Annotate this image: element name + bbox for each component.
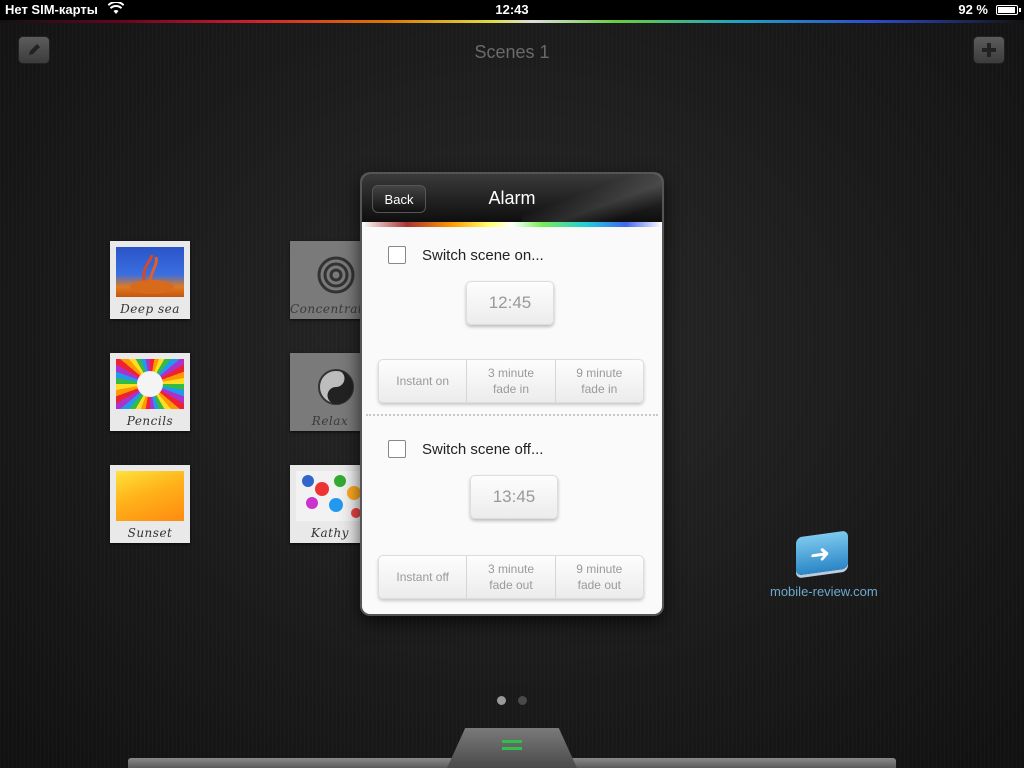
instant-on-option[interactable]: Instant on [379, 360, 468, 402]
page-indicator [0, 696, 1024, 705]
scene-label: Kathy [311, 526, 349, 540]
scene-thumbnail [296, 247, 364, 297]
scene-label: Pencils [126, 414, 174, 428]
scene-label: Sunset [127, 526, 173, 540]
instant-off-option[interactable]: Instant off [379, 556, 468, 598]
plus-icon [982, 43, 996, 57]
switch-off-checkbox[interactable] [388, 440, 406, 458]
yin-yang-icon [318, 369, 354, 405]
watermark-logo: ➜ [796, 530, 848, 576]
scene-thumbnail [116, 247, 184, 297]
page-title: Scenes 1 [474, 42, 550, 62]
scene-thumbnail [296, 471, 364, 521]
dialog-rainbow-strip [362, 222, 662, 227]
battery-icon [996, 5, 1021, 15]
fade-in-3min-option[interactable]: 3 minute fade in [467, 360, 556, 402]
battery-percent: 92 % [958, 2, 988, 17]
scene-tile-relax[interactable]: Relax [290, 353, 370, 431]
grip-icon [502, 740, 522, 750]
scene-tile-deep-sea[interactable]: Deep sea [110, 241, 190, 319]
status-rainbow-strip [0, 20, 1024, 23]
fade-in-9min-option[interactable]: 9 minute fade in [556, 360, 643, 402]
scene-tile-kathy[interactable]: Kathy [290, 465, 370, 543]
concentric-circles-icon [317, 256, 355, 294]
scene-label: Concentrate [290, 302, 370, 316]
scene-tile-pencils[interactable]: Pencils [110, 353, 190, 431]
scene-tile-sunset[interactable]: Sunset [110, 465, 190, 543]
fade-out-9min-option[interactable]: 9 minute fade out [556, 556, 643, 598]
scene-thumbnail [116, 359, 184, 409]
dialog-title: Alarm [488, 188, 536, 208]
off-time-button[interactable]: 13:45 [470, 475, 558, 519]
scene-thumbnail [296, 359, 364, 409]
status-bar: Нет SIM-карты 12:43 92 % [0, 0, 1024, 20]
scene-tile-concentrate[interactable]: Concentrate [290, 241, 370, 319]
switch-on-label: Switch scene on... [422, 247, 544, 264]
status-time: 12:43 [495, 2, 529, 17]
switch-off-label: Switch scene off... [422, 441, 544, 458]
page-dot[interactable] [518, 696, 527, 705]
add-scene-button[interactable] [973, 36, 1005, 64]
scene-label: Deep sea [120, 302, 180, 316]
fade-out-3min-option[interactable]: 3 minute fade out [467, 556, 556, 598]
scene-label: Relax [311, 414, 349, 428]
section-divider [366, 414, 658, 416]
scene-thumbnail [116, 471, 184, 521]
watermark-text: mobile-review.com [770, 584, 878, 599]
on-time-button[interactable]: 12:45 [466, 281, 554, 325]
off-fade-selector: Instant off 3 minute fade out 9 minute f… [378, 555, 644, 599]
alarm-dialog: Back Alarm Switch scene on... 12:45 Inst… [362, 174, 662, 614]
page-dot[interactable] [497, 696, 506, 705]
on-fade-selector: Instant on 3 minute fade in 9 minute fad… [378, 359, 644, 403]
switch-on-checkbox[interactable] [388, 246, 406, 264]
